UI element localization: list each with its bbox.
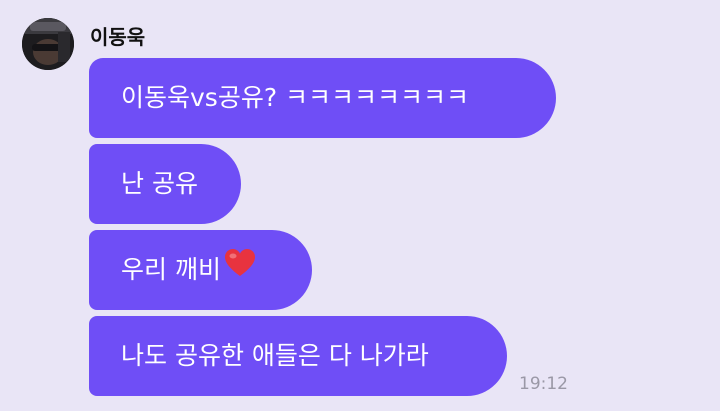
message-bubble[interactable]: 이동욱vs공유? ㅋㅋㅋㅋㅋㅋㅋㅋ — [89, 58, 556, 138]
message-text: 나도 공유한 애들은 다 나가라 — [121, 341, 429, 370]
message-bubble[interactable]: 나도 공유한 애들은 다 나가라 — [89, 316, 507, 396]
message-text: 난 공유 — [121, 169, 198, 198]
message-bubble[interactable]: 난 공유 — [89, 144, 241, 224]
message-text: 우리 깨비 — [121, 255, 221, 284]
message-timestamp: 19:12 — [519, 374, 568, 394]
red-heart-icon — [224, 229, 255, 309]
message-text: 이동욱vs공유? ㅋㅋㅋㅋㅋㅋㅋㅋ — [121, 83, 470, 112]
avatar-photo — [22, 18, 74, 70]
sender-avatar[interactable] — [22, 18, 74, 70]
sender-name: 이동욱 — [90, 25, 146, 49]
message-bubble[interactable]: 우리 깨비 — [89, 230, 312, 310]
